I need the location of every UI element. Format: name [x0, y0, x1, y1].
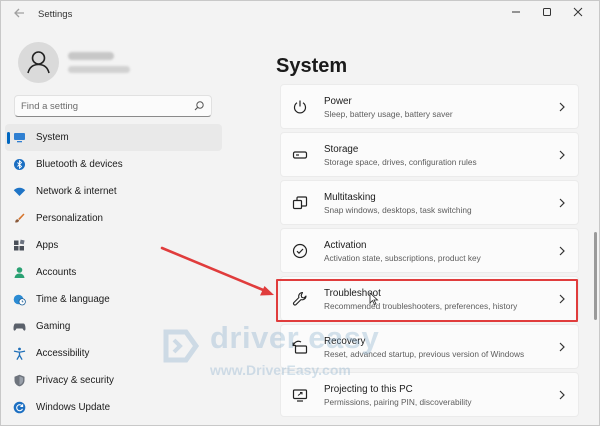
chevron-right-icon — [559, 198, 565, 208]
sidebar-item-label: Privacy & security — [36, 375, 114, 386]
accessibility-icon — [13, 347, 26, 360]
user-email-blurred — [68, 66, 130, 73]
card-description: Snap windows, desktops, task switching — [324, 205, 472, 215]
avatar[interactable] — [18, 42, 59, 83]
search-icon[interactable] — [193, 100, 205, 112]
globe-clock-icon — [13, 294, 26, 306]
sidebar-item-label: Network & internet — [36, 186, 117, 197]
card-description: Storage space, drives, configuration rul… — [324, 157, 477, 167]
settings-list: Power Sleep, battery usage, battery save… — [280, 84, 579, 420]
card-description: Sleep, battery usage, battery saver — [324, 109, 453, 119]
minimize-icon — [512, 11, 520, 13]
close-button[interactable] — [568, 4, 588, 20]
apps-icon — [14, 239, 25, 251]
chevron-right-icon — [559, 246, 565, 256]
user-name-blurred — [68, 52, 114, 60]
setting-card-activation[interactable]: Activation Activation state, subscriptio… — [280, 228, 579, 273]
card-title: Projecting to this PC — [324, 384, 413, 395]
sidebar-item-label: Accessibility — [36, 348, 90, 359]
card-title: Power — [324, 96, 352, 107]
sidebar-item-network[interactable]: Network & internet — [5, 178, 222, 205]
sidebar-item-gaming[interactable]: Gaming — [5, 313, 222, 340]
card-title: Activation — [324, 240, 367, 251]
card-title: Storage — [324, 144, 359, 155]
recovery-icon — [292, 340, 308, 354]
chevron-right-icon — [559, 150, 565, 160]
back-button[interactable] — [10, 6, 28, 22]
page-title: System — [276, 55, 348, 77]
annotation-arrow-icon — [160, 246, 274, 296]
title-bar: Settings — [0, 0, 600, 28]
chevron-right-icon — [559, 390, 565, 400]
sidebar-item-accessibility[interactable]: Accessibility — [5, 340, 222, 367]
accounts-icon — [14, 267, 25, 278]
update-icon — [13, 401, 26, 414]
sidebar-item-windows-update[interactable]: Windows Update — [5, 394, 222, 421]
maximize-button[interactable] — [537, 4, 557, 20]
app-title: Settings — [38, 9, 73, 20]
sidebar-item-label: Gaming — [36, 321, 71, 332]
highlight-box — [276, 279, 578, 322]
setting-card-recovery[interactable]: Recovery Reset, advanced startup, previo… — [280, 324, 579, 369]
setting-card-projecting[interactable]: Projecting to this PC Permissions, pairi… — [280, 372, 579, 417]
wifi-icon — [13, 187, 26, 196]
sidebar-item-label: Apps — [36, 240, 59, 251]
multitasking-icon — [292, 196, 308, 210]
sidebar-item-label: Bluetooth & devices — [36, 159, 123, 170]
maximize-icon — [543, 8, 551, 16]
sidebar-item-system[interactable]: System — [5, 124, 222, 151]
brush-icon — [15, 213, 25, 223]
back-arrow-icon — [14, 8, 24, 18]
setting-card-storage[interactable]: Storage Storage space, drives, configura… — [280, 132, 579, 177]
scrollbar-thumb[interactable] — [594, 232, 597, 320]
sidebar-item-label: Windows Update — [36, 402, 111, 413]
projecting-icon — [292, 389, 308, 402]
gamepad-icon — [13, 323, 26, 331]
setting-card-multitasking[interactable]: Multitasking Snap windows, desktops, tas… — [280, 180, 579, 225]
search-box[interactable] — [14, 95, 212, 117]
sidebar-item-label: Personalization — [36, 213, 103, 224]
card-title: Multitasking — [324, 192, 376, 203]
close-icon — [573, 7, 583, 17]
system-icon — [14, 133, 25, 143]
shield-icon — [14, 374, 25, 387]
sidebar-item-bluetooth[interactable]: Bluetooth & devices — [5, 151, 222, 178]
storage-icon — [292, 151, 308, 159]
card-description: Permissions, pairing PIN, discoverabilit… — [324, 397, 472, 407]
minimize-button[interactable] — [506, 4, 526, 20]
sidebar-item-label: Time & language — [36, 294, 110, 305]
card-title: Recovery — [324, 336, 366, 347]
bluetooth-icon — [14, 159, 25, 170]
person-icon — [27, 51, 50, 74]
setting-card-power[interactable]: Power Sleep, battery usage, battery save… — [280, 84, 579, 129]
search-input[interactable] — [21, 98, 191, 114]
card-description: Activation state, subscriptions, product… — [324, 253, 481, 263]
card-description: Reset, advanced startup, previous versio… — [324, 349, 525, 359]
sidebar-item-label: System — [36, 132, 69, 143]
sidebar-item-personalization[interactable]: Personalization — [5, 205, 222, 232]
chevron-right-icon — [559, 102, 565, 112]
activation-icon — [292, 243, 308, 259]
chevron-right-icon — [559, 342, 565, 352]
power-icon — [293, 100, 307, 114]
sidebar-item-label: Accounts — [36, 267, 77, 278]
sidebar-item-privacy-security[interactable]: Privacy & security — [5, 367, 222, 394]
